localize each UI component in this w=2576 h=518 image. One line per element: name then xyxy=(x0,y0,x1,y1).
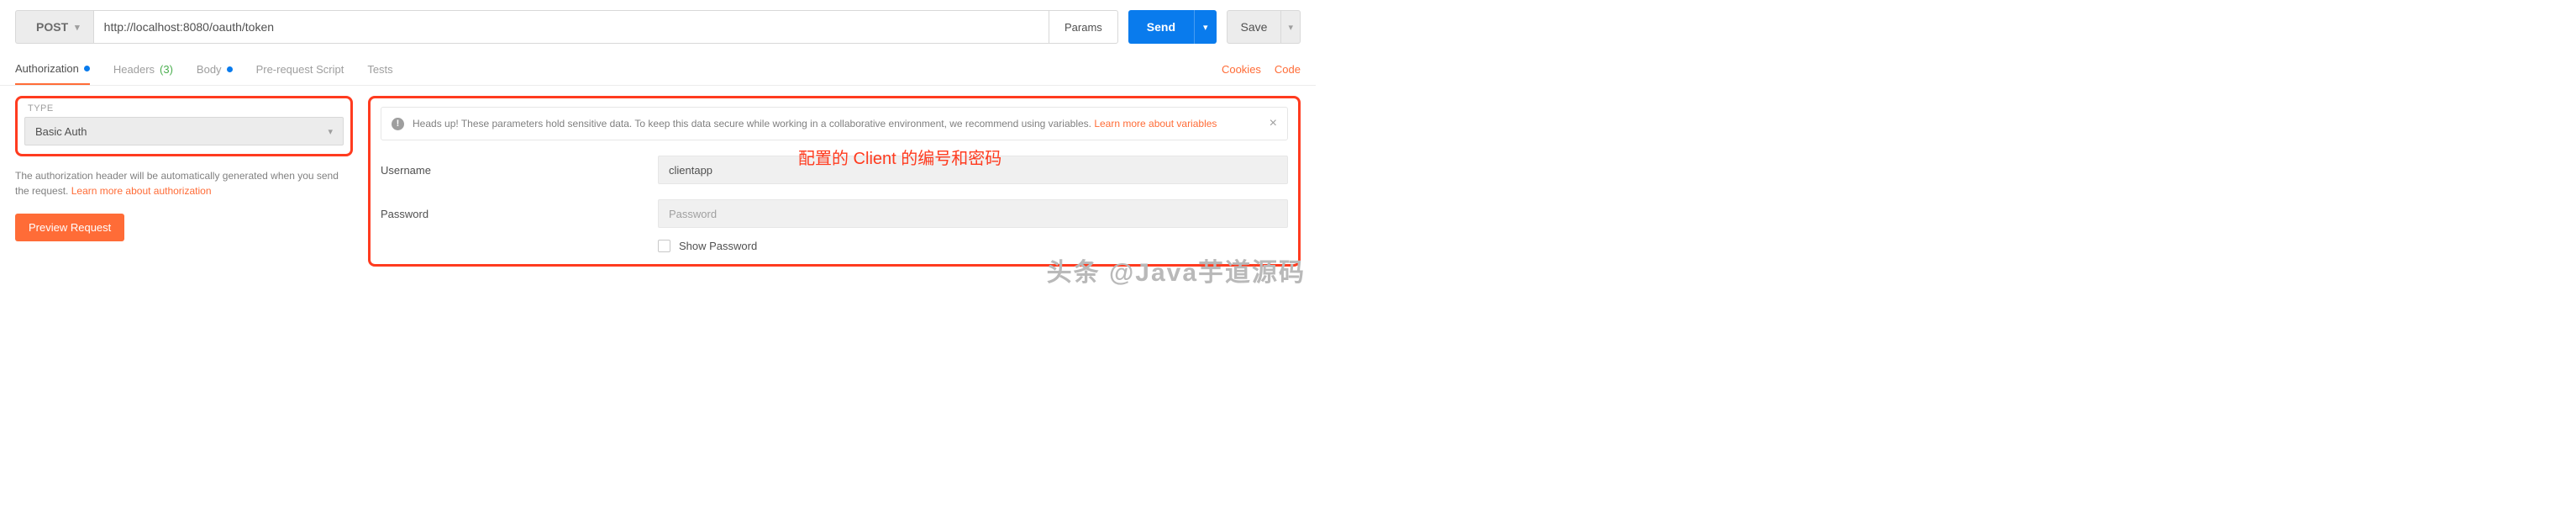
sensitive-data-alert: ! Heads up! These parameters hold sensit… xyxy=(381,107,1288,140)
chevron-down-icon: ▾ xyxy=(1203,22,1208,33)
url-value: http://localhost:8080/oauth/token xyxy=(104,20,274,34)
dot-icon xyxy=(84,66,90,71)
auth-help-text: The authorization header will be automat… xyxy=(15,168,353,198)
annotation-text: 配置的 Client 的编号和密码 xyxy=(798,145,1001,169)
username-label: Username xyxy=(381,164,658,177)
show-password-label: Show Password xyxy=(679,240,757,252)
watermark-text: 头条 @Java芋道源码 xyxy=(1047,251,1306,288)
annotation-box-right: ! Heads up! These parameters hold sensit… xyxy=(368,96,1301,267)
chevron-down-icon: ▾ xyxy=(328,126,333,137)
http-method-select[interactable]: POST ▾ xyxy=(15,10,93,44)
save-dropdown[interactable]: ▾ xyxy=(1281,10,1301,44)
send-dropdown[interactable]: ▾ xyxy=(1194,10,1217,44)
chevron-down-icon: ▾ xyxy=(1288,22,1293,33)
chevron-down-icon: ▾ xyxy=(75,22,80,33)
url-input[interactable]: http://localhost:8080/oauth/token xyxy=(93,10,1049,44)
dot-icon xyxy=(227,66,233,72)
send-button[interactable]: Send xyxy=(1128,10,1194,44)
params-button[interactable]: Params xyxy=(1049,10,1118,44)
code-link[interactable]: Code xyxy=(1275,63,1301,76)
auth-type-select[interactable]: Basic Auth ▾ xyxy=(24,117,344,145)
tab-headers[interactable]: Headers (3) xyxy=(113,55,173,84)
tab-body[interactable]: Body xyxy=(197,55,233,84)
cookies-link[interactable]: Cookies xyxy=(1222,63,1261,76)
tab-tests[interactable]: Tests xyxy=(367,55,392,84)
preview-request-button[interactable]: Preview Request xyxy=(15,214,124,241)
auth-type-label: TYPE xyxy=(28,103,344,114)
tab-prerequest[interactable]: Pre-request Script xyxy=(256,55,344,84)
http-method-label: POST xyxy=(36,20,68,34)
password-input[interactable] xyxy=(658,199,1288,228)
info-icon: ! xyxy=(392,118,404,130)
show-password-checkbox[interactable] xyxy=(658,240,670,252)
tab-authorization[interactable]: Authorization xyxy=(15,54,90,85)
learn-more-auth-link[interactable]: Learn more about authorization xyxy=(71,185,212,197)
annotation-box-left: TYPE Basic Auth ▾ xyxy=(15,96,353,156)
password-label: Password xyxy=(381,208,658,220)
learn-more-variables-link[interactable]: Learn more about variables xyxy=(1094,118,1217,130)
close-icon[interactable]: × xyxy=(1270,116,1277,131)
save-button[interactable]: Save xyxy=(1227,10,1282,44)
